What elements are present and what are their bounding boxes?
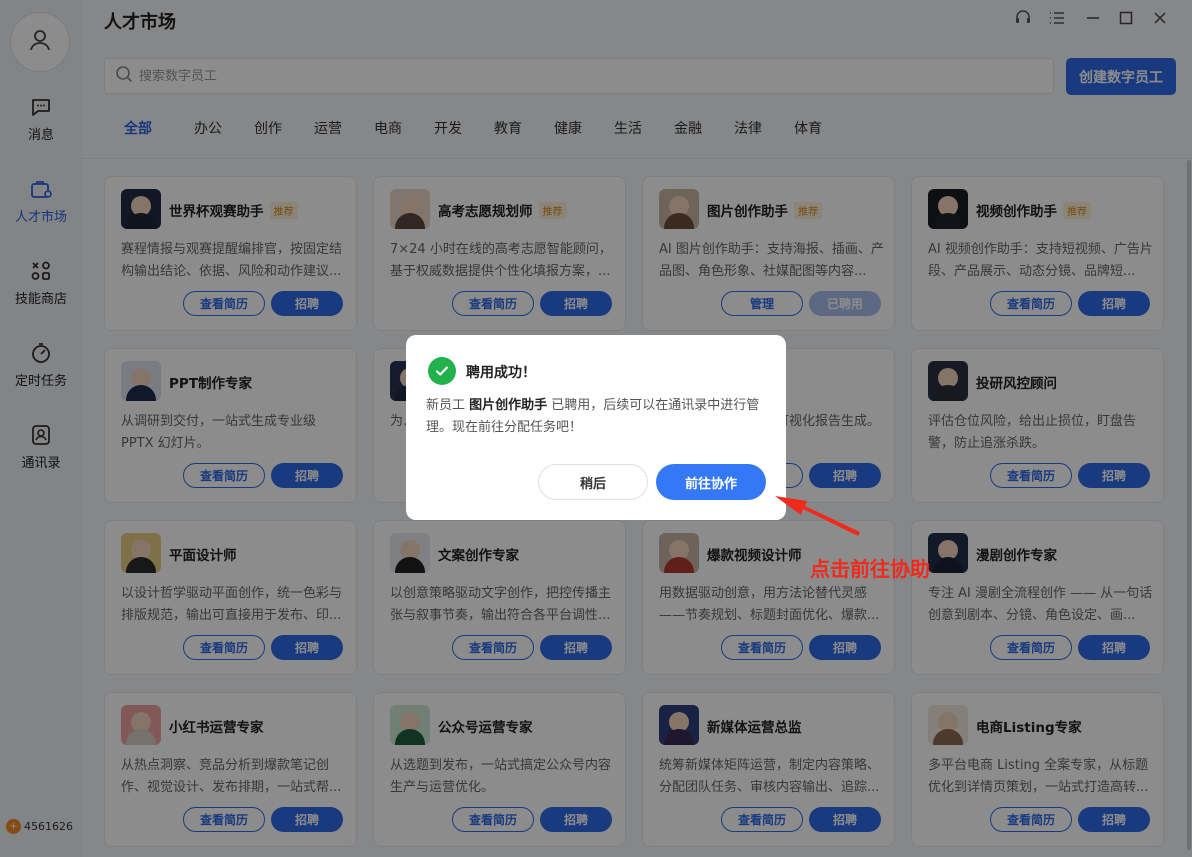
hire-success-dialog: 聘用成功！ 新员工 图片创作助手 已聘用，后续可以在通讯录中进行管理。现在前往分…: [406, 335, 786, 520]
later-button[interactable]: 稍后: [538, 464, 648, 500]
annotation-arrow-icon: [765, 490, 865, 554]
dialog-employee-name: 图片创作助手: [469, 398, 548, 413]
go-collaborate-button[interactable]: 前往协作: [656, 464, 766, 500]
success-check-icon: [428, 357, 456, 385]
dialog-message-prefix: 新员工: [426, 398, 470, 413]
dialog-title: 聘用成功！: [466, 365, 536, 381]
dialog-message: 新员工 图片创作助手 已聘用，后续可以在通讯录中进行管理。现在前往分配任务吧！: [426, 395, 771, 439]
annotation-text: 点击前往协助: [810, 557, 930, 581]
